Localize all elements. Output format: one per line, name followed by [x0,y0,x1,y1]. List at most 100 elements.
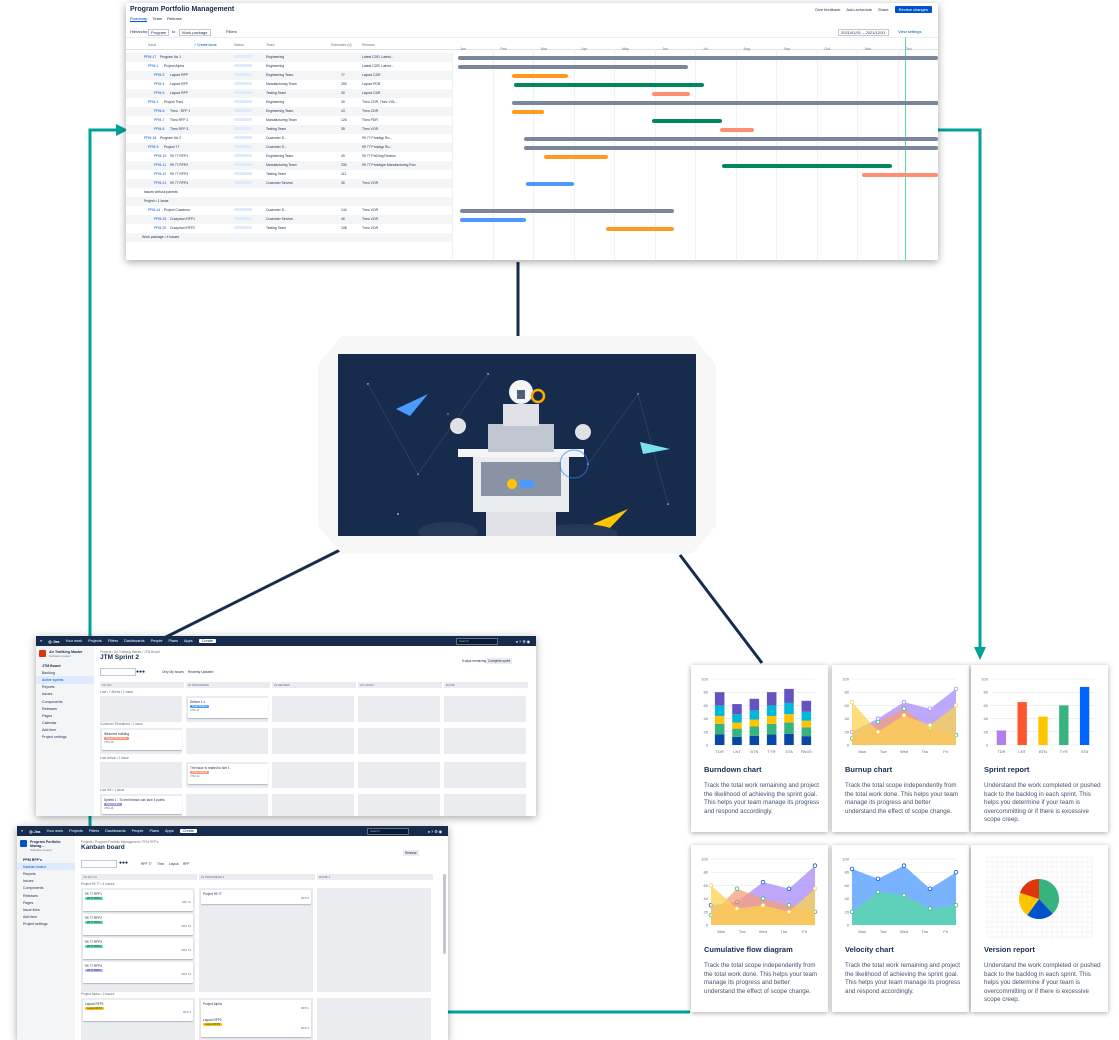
search-input[interactable]: Search [456,638,498,645]
timeline-bar[interactable] [652,92,690,96]
estimate-cell[interactable]: 30 [341,100,345,104]
report-card[interactable]: 0 20 40 60 80 100 TDR LNT BTN TYR STA Sprint report… [971,665,1108,832]
roadmap-row[interactable]: PPM-5 Layout RFP Testing Team 30 Layout CDR [126,89,452,98]
nav-your-work[interactable]: Your work [65,639,82,643]
roadmap-row[interactable]: PPM-19 Crazymon RFP1 Customer Service 46 The… [126,215,452,224]
review-changes-button[interactable]: Review changes [894,6,932,13]
timeline-bar[interactable] [720,128,754,132]
nav-dashboards[interactable]: Dashboards [105,829,125,833]
team-cell[interactable]: Engineering [266,64,284,68]
issue-key[interactable]: PPM-18 [144,136,156,140]
assignee-avatars[interactable]: ●●● [136,669,145,675]
estimate-cell[interactable]: 49 [341,154,345,158]
sidebar-item[interactable]: Pages [36,712,94,719]
sidebar-item[interactable]: Reports [17,870,75,877]
tab-roadmap[interactable]: Roadmap [130,16,148,22]
report-card[interactable]: Version report Understand the work comple… [971,845,1108,1012]
nav-icons[interactable]: ● ? ⚙ ◉ [516,639,530,644]
roadmap-row[interactable]: Project • 1 Issue [126,197,452,206]
board-search-input[interactable] [81,860,117,868]
team-cell[interactable]: Engineering Team [266,73,293,77]
timeline-bar[interactable] [458,65,688,69]
sidebar-item[interactable]: Project settings [36,734,94,741]
board-switcher[interactable]: JTM Board [36,662,94,669]
app-switcher-icon[interactable]: ≡ [40,639,42,643]
timeline-bar[interactable] [526,182,574,186]
timeline-bar[interactable] [544,155,608,159]
roadmap-row[interactable]: PPM-21 99 77 RFP4 Customer Service 35 Theo V… [126,179,452,188]
sidebar-item[interactable]: Calendar [36,720,94,727]
report-card[interactable]: 0 20 40 60 80 100 Mon Tue Wed Thu Fri Cumulative fl… [691,845,828,1012]
team-cell[interactable]: Engineering [266,100,284,104]
project-header[interactable]: Air Trafiking Master Software project [36,646,94,662]
release-cell[interactable]: Theo VOR [362,181,378,185]
nav-apps[interactable]: Apps [184,639,193,643]
issue-card[interactable]: Layout RFP2 Layout RFP2 RFP 4 [201,1016,311,1037]
sidebar-item[interactable]: Components [17,885,75,892]
nav-people[interactable]: People [151,639,163,643]
timeline-bar[interactable] [512,110,544,114]
issue-key[interactable]: PPM-20 [154,226,166,230]
filter-layout[interactable]: Layout [169,862,179,866]
roadmap-row[interactable]: PPM-18 Program No 2 Customer S... 99 77 Pro… [126,134,452,143]
sidebar-item[interactable]: Reports [36,684,94,691]
release-cell[interactable]: Theo CDR, Theo VOL... [362,100,398,104]
estimate-cell[interactable]: 77 [341,73,345,77]
nav-filters[interactable]: Filters [89,829,99,833]
share-button[interactable]: Share [878,7,889,12]
timeline-bar[interactable] [524,137,938,141]
issue-card[interactable]: Project 99 77 RFP 9 [201,890,311,904]
issue-card[interactable]: Welcome building Jugnoo Dynamics JTM-15 [102,730,182,750]
sidebar-item[interactable]: Pages [17,899,75,906]
roadmap-row[interactable]: PPM-6 Theo - RFP 1 Engineering Team 43 Theo … [126,107,452,116]
nav-plans[interactable]: Plans [168,639,178,643]
filter-theo[interactable]: Theo [157,862,164,866]
issue-key[interactable]: PPM-21 [154,181,166,185]
scrollbar[interactable] [443,874,446,954]
release-cell[interactable]: 99 77 Prototype Manufacturing Run [362,163,416,167]
team-cell[interactable]: Customer S... [266,208,287,212]
timeline-bar[interactable] [458,56,938,60]
roadmap-row[interactable]: PPM-17 Program No 1 Engineering Latest CDR,… [126,53,452,62]
date-range-select[interactable]: 2021/01/01 – 2021/12/31 [838,29,889,36]
sidebar-item[interactable]: Add item [36,727,94,734]
issue-key[interactable]: PPM-11 [154,163,166,167]
search-input[interactable]: Search [367,828,409,835]
roadmap-row[interactable]: PPM-12 99 77 RFP3 Testing Team 112 [126,170,452,179]
board-search-input[interactable] [100,668,136,676]
filter-rfp77[interactable]: RFP 77 [141,862,152,866]
release-cell[interactable]: Theo PDR [362,118,378,122]
estimate-cell[interactable]: 108 [341,226,347,230]
estimate-cell[interactable]: 35 [341,181,345,185]
timeline-bar[interactable] [606,227,674,231]
release-cell[interactable]: 99 77 Prototyp Ru... [362,136,392,140]
timeline-bar[interactable] [524,146,938,150]
release-cell[interactable]: Theo VOR [362,226,378,230]
issue-card[interactable]: 99 77 RFP3 99 77 RFP3 RFP 13 [83,938,193,959]
team-cell[interactable]: Engineering [266,55,284,59]
release-cell[interactable]: 99 77 PrtCling Review [362,154,396,158]
issue-card[interactable]: 99 77 RFP4 99 77 RFP4 RFP 14 [83,962,193,983]
release-cell[interactable]: Latest CDR, Latest... [362,64,393,68]
project-header[interactable]: Program Portfolio Manag... Software proj… [17,836,75,856]
issue-card[interactable]: 99 77 RFP1 99 77 RFP1 RFP 11 [83,890,193,911]
roadmap-row[interactable]: PPM-3 Layout RFP Engineering Team 77 Layout … [126,71,452,80]
issue-card[interactable]: Deliver 1.1 Stack Rollout JTM-11 [188,698,268,718]
sidebar-item[interactable]: Issues [36,691,94,698]
issue-key[interactable]: PPM-12 [154,172,166,176]
timeline-bar[interactable] [652,119,722,123]
sidebar-item[interactable]: Issue links [17,906,75,913]
timeline-bar[interactable] [862,173,938,177]
assignee-avatars[interactable]: ●●● [119,860,128,866]
issue-key[interactable]: PPM-17 [144,55,156,59]
team-cell[interactable]: Customer S... [266,136,287,140]
estimate-cell[interactable]: 290 [341,82,347,86]
issue-key[interactable]: PPM-5 [154,91,164,95]
issue-card[interactable]: Sprints 1 - To emit bleach can lace 4 po… [102,796,182,814]
roadmap-row[interactable]: Work package • 4 issues [126,233,452,242]
release-cell[interactable]: Theo VOR [362,127,378,131]
roadmap-row[interactable]: PPM-7 Theo RFP 2 Manufacturing Team 126 Theo… [126,116,452,125]
release-cell[interactable]: Theo CDR [362,109,378,113]
nav-projects[interactable]: Projects [88,639,102,643]
release-cell[interactable]: Layout CDR [362,91,380,95]
